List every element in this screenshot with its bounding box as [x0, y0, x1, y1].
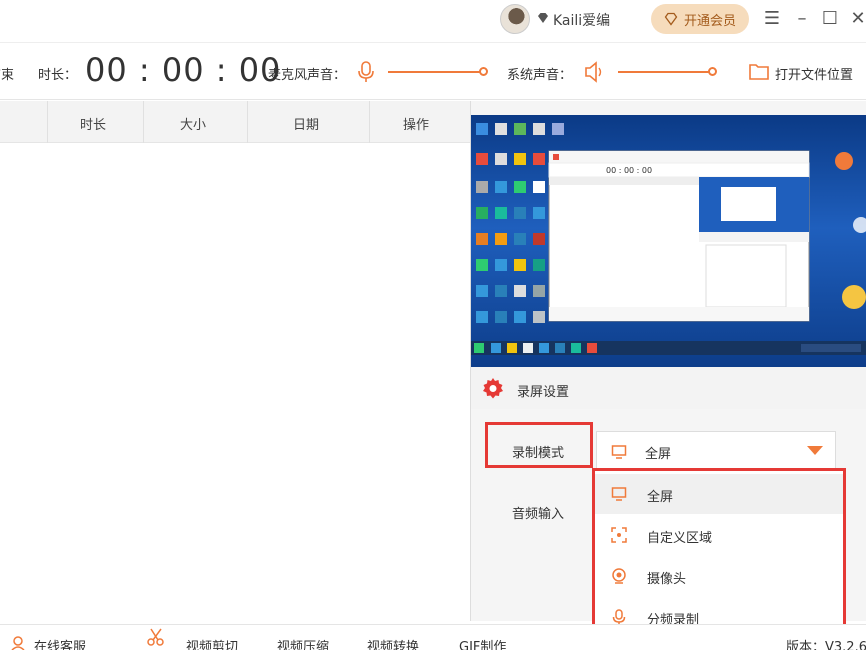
- speaker-icon[interactable]: [583, 60, 605, 84]
- username[interactable]: Kaili爱编: [553, 10, 610, 30]
- option-label: 自定义区域: [647, 531, 713, 546]
- title-bar: Kaili爱编 开通会员 ☰ – ☐ ✕: [0, 0, 866, 40]
- minimize-icon[interactable]: –: [790, 6, 814, 30]
- record-mode-dropdown: 全屏 自定义区域 摄像头 分频录制: [592, 468, 846, 640]
- monitor-icon: [611, 487, 627, 501]
- microphone-icon[interactable]: [357, 60, 375, 84]
- desktop-preview-image: 00 : 00 : 00: [471, 123, 866, 355]
- bottom-bar: 在线客服 视频剪切 视频压缩 视频转换 GIF制作 版本：V3.2.6: [0, 624, 866, 650]
- mic-volume-handle[interactable]: [479, 67, 488, 76]
- folder-icon[interactable]: [748, 61, 770, 81]
- column-divider: [47, 101, 48, 143]
- open-folder-button[interactable]: 打开文件位置: [775, 64, 853, 83]
- record-mode-label: 录制模式: [512, 446, 565, 461]
- svg-text:00 : 00 : 00: 00 : 00 : 00: [606, 166, 652, 175]
- system-volume-handle[interactable]: [708, 67, 717, 76]
- mic-volume-slider[interactable]: [388, 71, 484, 73]
- option-label: 摄像头: [647, 572, 687, 587]
- avatar[interactable]: [500, 4, 530, 34]
- recording-toolbar: 结束 时长： 00 : 00 : 00 麦克风声音： 系统声音： 打开文件位置: [0, 42, 866, 100]
- menu-icon[interactable]: ☰: [760, 6, 784, 30]
- audio-input-label: 音频输入: [512, 507, 565, 522]
- open-vip-button[interactable]: 开通会员: [651, 4, 749, 34]
- column-date[interactable]: 日期: [293, 114, 319, 133]
- online-support-button[interactable]: 在线客服: [34, 636, 86, 650]
- close-icon[interactable]: ✕: [846, 6, 866, 30]
- column-divider: [369, 101, 370, 143]
- scissors-icon: [147, 628, 164, 646]
- microphone-icon: [612, 609, 626, 625]
- option-fullscreen[interactable]: 全屏: [595, 474, 843, 514]
- record-mode-select[interactable]: 全屏: [596, 431, 836, 469]
- gear-icon: [483, 378, 503, 399]
- screen-preview: 00 : 00 : 00: [471, 115, 866, 367]
- chevron-down-icon[interactable]: [807, 446, 823, 455]
- webcam-icon: [612, 568, 626, 584]
- diamond-icon: [664, 12, 678, 26]
- video-compress-button[interactable]: 视频压缩: [277, 636, 329, 650]
- version-label: 版本：V3.2.6: [786, 640, 866, 650]
- record-settings-header: 录屏设置: [471, 367, 866, 409]
- option-label: 全屏: [647, 490, 674, 505]
- duration-label: 时长：: [38, 68, 78, 83]
- video-cut-button[interactable]: 视频剪切: [186, 636, 238, 650]
- record-settings-title: 录屏设置: [517, 385, 570, 400]
- end-record-button[interactable]: 结束: [0, 64, 14, 83]
- option-custom-area[interactable]: 自定义区域: [595, 515, 843, 555]
- option-camera[interactable]: 摄像头: [595, 556, 843, 596]
- column-size[interactable]: 大小: [180, 114, 206, 133]
- column-divider: [247, 101, 248, 143]
- diamond-icon: [538, 13, 548, 23]
- system-volume-label: 系统声音：: [507, 68, 573, 83]
- column-divider: [143, 101, 144, 143]
- video-convert-button[interactable]: 视频转换: [367, 636, 419, 650]
- crop-area-icon: [611, 527, 627, 543]
- gif-maker-button[interactable]: GIF制作: [459, 636, 506, 650]
- open-vip-label: 开通会员: [683, 13, 736, 29]
- monitor-icon: [611, 445, 627, 459]
- record-timer: 00 : 00 : 00: [85, 51, 282, 89]
- mic-volume-label: 麦克风声音：: [268, 68, 347, 83]
- customer-service-icon: [11, 636, 25, 650]
- maximize-icon[interactable]: ☐: [818, 6, 842, 30]
- record-mode-value: 全屏: [645, 447, 672, 462]
- file-list: [0, 143, 467, 621]
- column-actions[interactable]: 操作: [403, 114, 429, 133]
- column-duration[interactable]: 时长: [80, 114, 106, 133]
- file-list-header: 时长 大小 日期 操作: [0, 101, 470, 143]
- system-volume-slider[interactable]: [618, 71, 714, 73]
